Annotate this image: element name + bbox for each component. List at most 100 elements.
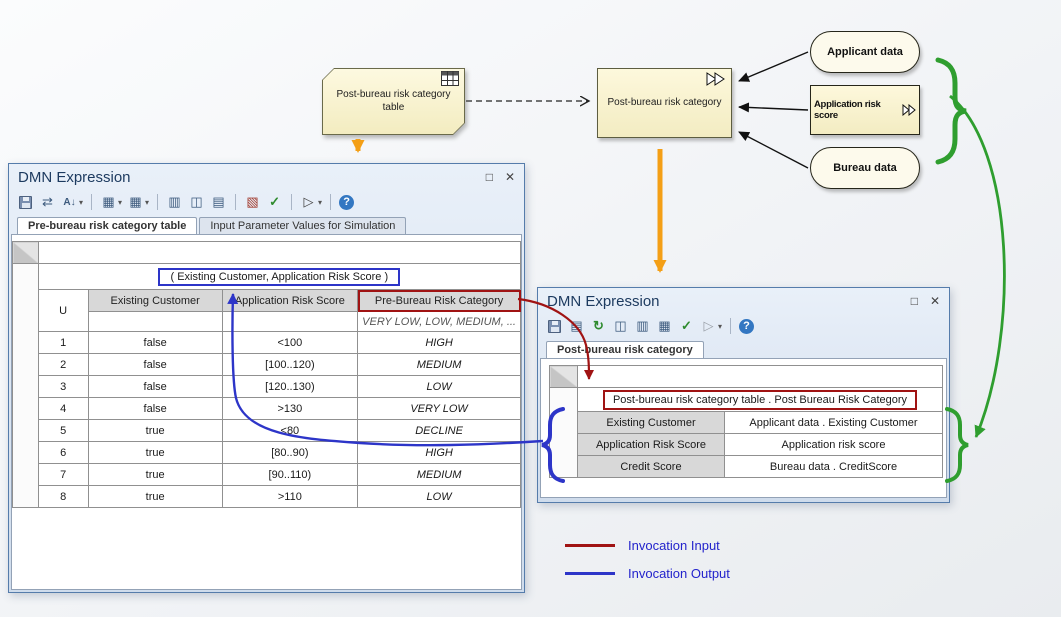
table-row: 8 true >110 LOW <box>13 486 521 508</box>
invocation-header-annotation: Post-bureau risk category table . Post B… <box>603 390 917 410</box>
validate-icon[interactable]: ✓ <box>678 318 695 335</box>
copy-expression-icon[interactable]: ◫ <box>612 318 629 335</box>
decision-table-menu-caret[interactable]: ▾ <box>118 198 122 207</box>
rule-number: 6 <box>38 442 88 464</box>
paste-expression-icon[interactable]: ▥ <box>634 318 651 335</box>
rule-cell[interactable]: DECLINE <box>358 420 521 442</box>
save-icon[interactable] <box>17 194 34 211</box>
simulate-icon[interactable]: ▷ <box>700 318 717 335</box>
table-row: Credit Score Bureau data . CreditScore <box>550 456 943 478</box>
rule-cell[interactable]: [80..90) <box>222 442 358 464</box>
expression-grid-menu-icon[interactable]: ▦ <box>127 194 144 211</box>
rule-number: 7 <box>38 464 88 486</box>
window-title: DMN Expression <box>547 293 660 310</box>
sort-menu-caret[interactable]: ▾ <box>79 198 83 207</box>
sort-az-icon[interactable]: A↓ <box>61 194 78 211</box>
toolbar-separator <box>91 194 92 210</box>
rule-cell[interactable]: <100 <box>222 332 358 354</box>
grid-empty-row-cell[interactable] <box>38 242 520 264</box>
tab-pre-bureau-risk-category-table[interactable]: Pre-bureau risk category table <box>17 217 197 234</box>
rule-cell[interactable]: >110 <box>222 486 358 508</box>
rule-cell[interactable]: MEDIUM <box>358 354 521 376</box>
input-data-bureau-data[interactable]: Bureau data <box>810 147 920 189</box>
delete-column-icon[interactable]: ▤ <box>210 194 227 211</box>
rule-cell[interactable]: LOW <box>358 486 521 508</box>
input-data-applicant-data[interactable]: Applicant data <box>810 31 920 73</box>
tab-input-parameter-values[interactable]: Input Parameter Values for Simulation <box>199 217 406 234</box>
rule-cell[interactable]: false <box>88 398 222 420</box>
export-icon[interactable]: ▤ <box>568 318 585 335</box>
transform-icon[interactable]: ⇄ <box>39 194 56 211</box>
invocation-params-cell[interactable]: ( Existing Customer, Application Risk Sc… <box>38 264 520 290</box>
restore-button[interactable]: □ <box>911 295 918 307</box>
rule-cell[interactable]: >130 <box>222 398 358 420</box>
help-icon[interactable]: ? <box>339 195 354 210</box>
simulate-icon[interactable]: ▷ <box>300 194 317 211</box>
help-icon[interactable]: ? <box>739 319 754 334</box>
simulate-menu-caret[interactable]: ▾ <box>318 198 322 207</box>
binding-value[interactable]: Application risk score <box>725 434 943 456</box>
insert-rule-icon[interactable]: ▥ <box>166 194 183 211</box>
close-button[interactable]: ✕ <box>505 171 515 183</box>
decision-application-risk-score[interactable]: Application risk score <box>810 85 920 135</box>
rule-cell[interactable]: [90..110) <box>222 464 358 486</box>
binding-value[interactable]: Bureau data . CreditScore <box>725 456 943 478</box>
save-icon[interactable] <box>546 318 563 335</box>
rule-cell[interactable]: VERY LOW <box>358 398 521 420</box>
applicant-data-connector <box>739 52 808 81</box>
invocation-header-cell[interactable]: Post-bureau risk category table . Post B… <box>578 388 943 412</box>
column-header-existing-customer[interactable]: Existing Customer <box>88 290 222 312</box>
grid-gutter-column <box>13 264 39 508</box>
bkm-shape-post-bureau-risk-category-table[interactable]: Post-bureau risk category table <box>322 68 465 135</box>
binding-parameter[interactable]: Existing Customer <box>578 412 725 434</box>
hit-policy-cell[interactable]: U <box>38 290 88 332</box>
table-row: 2 false [100..120) MEDIUM <box>13 354 521 376</box>
validate-icon[interactable]: ✓ <box>266 194 283 211</box>
right-titlebar[interactable]: DMN Expression □ ✕ <box>538 288 949 314</box>
edit-table-icon[interactable]: ▧ <box>244 194 261 211</box>
grid-corner-cell <box>13 242 39 264</box>
rule-cell[interactable]: [120..130) <box>222 376 358 398</box>
right-content-area: Post-bureau risk category table . Post B… <box>540 358 947 498</box>
legend-label-invocation-input: Invocation Input <box>628 538 720 553</box>
rule-cell[interactable]: true <box>88 486 222 508</box>
binding-parameter[interactable]: Application Risk Score <box>578 434 725 456</box>
rule-cell[interactable]: true <box>88 442 222 464</box>
refresh-icon[interactable]: ↻ <box>590 318 607 335</box>
allowed-values-cell[interactable]: VERY LOW, LOW, MEDIUM, ... <box>358 312 521 332</box>
left-titlebar[interactable]: DMN Expression □ ✕ <box>9 164 524 190</box>
binding-parameter[interactable]: Credit Score <box>578 456 725 478</box>
append-column-icon[interactable]: ◫ <box>188 194 205 211</box>
layout-grid-icon[interactable]: ▦ <box>656 318 673 335</box>
restore-button[interactable]: □ <box>486 171 493 183</box>
tab-post-bureau-risk-category[interactable]: Post-bureau risk category <box>546 341 704 358</box>
rule-cell[interactable]: false <box>88 332 222 354</box>
rule-cell[interactable]: MEDIUM <box>358 464 521 486</box>
simulate-menu-caret[interactable]: ▾ <box>718 322 722 331</box>
binding-value[interactable]: Applicant data . Existing Customer <box>725 412 943 434</box>
expression-grid-menu-caret[interactable]: ▾ <box>145 198 149 207</box>
invocation-grid: Post-bureau risk category table . Post B… <box>549 365 943 478</box>
column-header-application-risk-score[interactable]: Application Risk Score <box>222 290 358 312</box>
left-content-area: ( Existing Customer, Application Risk Sc… <box>11 234 522 590</box>
rule-cell[interactable]: LOW <box>358 376 521 398</box>
rule-cell[interactable]: false <box>88 354 222 376</box>
rule-cell[interactable]: true <box>88 464 222 486</box>
decision-table-menu-icon[interactable]: ▦ <box>100 194 117 211</box>
table-row: Existing Customer Applicant data . Exist… <box>550 412 943 434</box>
rule-cell[interactable]: HIGH <box>358 442 521 464</box>
close-button[interactable]: ✕ <box>930 295 940 307</box>
floppy-glyph <box>548 320 561 333</box>
rule-cell[interactable]: [100..120) <box>222 354 358 376</box>
rule-cell[interactable]: HIGH <box>358 332 521 354</box>
rule-cell[interactable]: <80 <box>222 420 358 442</box>
grid-empty-row-cell[interactable] <box>578 366 943 388</box>
invocation-marker-icon <box>902 104 918 116</box>
rule-cell[interactable]: true <box>88 420 222 442</box>
decision-shape-post-bureau-risk-category[interactable]: Post-bureau risk category <box>597 68 732 138</box>
allowed-values-cell[interactable] <box>222 312 358 332</box>
column-header-pre-bureau-risk-category[interactable]: Pre-Bureau Risk Category <box>358 290 521 312</box>
left-tabstrip: Pre-bureau risk category table Input Par… <box>9 214 524 234</box>
allowed-values-cell[interactable] <box>88 312 222 332</box>
rule-cell[interactable]: false <box>88 376 222 398</box>
